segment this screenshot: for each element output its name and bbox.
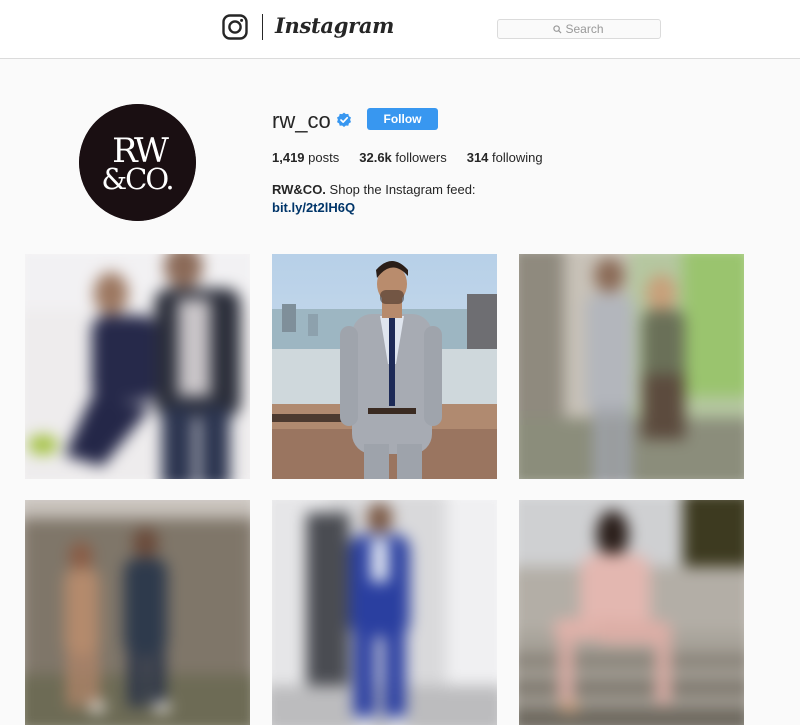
post-thumbnail[interactable] (519, 500, 744, 725)
profile-username: rw_co (272, 108, 331, 133)
post-image (25, 254, 250, 479)
post-image (272, 254, 497, 479)
verified-badge-icon (337, 112, 351, 127)
post-thumbnail[interactable] (519, 254, 744, 479)
following-label: following (492, 150, 543, 165)
post-thumbnail[interactable] (25, 254, 250, 479)
post-image (25, 500, 250, 725)
posts-count: 1,419 (272, 150, 305, 165)
posts-stat: 1,419 posts (272, 150, 339, 165)
followers-label: followers (395, 150, 447, 165)
search-box[interactable] (497, 19, 661, 39)
post-thumbnail[interactable] (272, 500, 497, 725)
followers-count: 32.6k (359, 150, 392, 165)
nav-divider (262, 14, 263, 40)
following-count: 314 (466, 150, 489, 165)
search-input[interactable] (565, 22, 606, 36)
bio-name: RW&CO. (272, 182, 326, 197)
post-image (272, 500, 497, 725)
following-stat[interactable]: 314 following (467, 150, 543, 165)
search-icon (552, 24, 562, 34)
posts-label: posts (308, 150, 340, 165)
instagram-wordmark[interactable]: Instagram (275, 13, 394, 38)
profile-stats: 1,419 posts 32.6k followers 314 followin… (272, 150, 563, 165)
profile-avatar: RW &CO. (79, 104, 196, 221)
bio-link[interactable]: bit.ly/2t2lH6Q (272, 200, 355, 215)
top-nav: Instagram (0, 0, 800, 59)
follow-button[interactable]: Follow (367, 108, 438, 130)
post-thumbnail[interactable] (25, 500, 250, 725)
bio-text: Shop the Instagram feed: (325, 182, 476, 197)
post-image (519, 254, 744, 479)
profile-bio: RW&CO. Shop the Instagram feed: (272, 182, 476, 197)
followers-stat[interactable]: 32.6k followers (359, 150, 446, 165)
post-image (519, 500, 744, 725)
post-thumbnail[interactable] (272, 254, 497, 479)
instagram-camera-icon[interactable] (222, 14, 248, 40)
avatar-text-bottom: &CO. (101, 162, 172, 196)
rwco-logo: RW &CO. (79, 104, 196, 221)
